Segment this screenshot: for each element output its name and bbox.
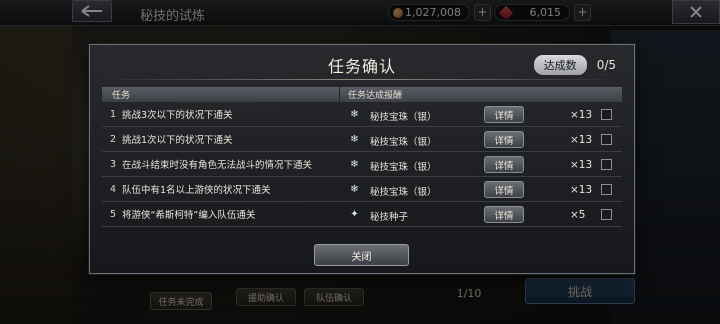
snowflake-orb-icon: ❄ [350, 159, 359, 170]
task-number: 5 [109, 208, 116, 220]
task-number: 1 [109, 108, 116, 120]
table-header: 任务 任务达成报酬 [102, 87, 622, 102]
reward-quantity: ×5 [570, 209, 586, 221]
snowflake-orb-icon: ❄ [350, 184, 359, 195]
task-description: 挑战1次以下的状况下通关 [122, 135, 233, 146]
completion-checkbox [601, 209, 612, 220]
achievement-label: 达成数 [533, 55, 587, 75]
task-confirm-dialog: 任务确认 达成数 0/5 任务 任务达成报酬 1 挑战3次以下的状况下通关 ❄ … [89, 44, 635, 274]
completion-checkbox [601, 134, 612, 145]
table-row: 1 挑战3次以下的状况下通关 ❄ 秘技宝珠（银） 详情 ×13 [102, 102, 622, 127]
snowflake-orb-icon: ❄ [350, 134, 359, 145]
reward-name: 秘技宝珠（银） [370, 137, 437, 148]
task-description: 在战斗结束时没有角色无法战斗的情况下通关 [122, 160, 313, 171]
reward-name: 秘技宝珠（银） [370, 162, 437, 173]
detail-button[interactable]: 详情 [484, 156, 524, 173]
task-description: 将游侠“希斯柯特”编入队伍通关 [122, 210, 256, 221]
task-number: 3 [109, 158, 116, 170]
reward-quantity: ×13 [570, 134, 593, 146]
achievement-count: 0/5 [596, 58, 616, 72]
task-description: 队伍中有1名以上游侠的状况下通关 [122, 185, 271, 196]
task-description: 挑战3次以下的状况下通关 [122, 110, 233, 121]
star-seed-icon: ✦ [350, 209, 359, 220]
detail-button[interactable]: 详情 [484, 106, 524, 123]
reward-quantity: ×13 [570, 109, 593, 121]
column-header-reward: 任务达成报酬 [348, 91, 403, 101]
table-row: 3 在战斗结束时没有角色无法战斗的情况下通关 ❄ 秘技宝珠（银） 详情 ×13 [102, 152, 622, 177]
column-header-task: 任务 [102, 87, 340, 102]
completion-checkbox [601, 184, 612, 195]
task-number: 2 [109, 133, 116, 145]
task-table: 任务 任务达成报酬 1 挑战3次以下的状况下通关 ❄ 秘技宝珠（银） 详情 ×1… [102, 87, 622, 227]
detail-button[interactable]: 详情 [484, 131, 524, 148]
reward-name: 秘技宝珠（银） [370, 112, 437, 123]
detail-button[interactable]: 详情 [484, 181, 524, 198]
title-divider [102, 79, 622, 80]
table-row: 2 挑战1次以下的状况下通关 ❄ 秘技宝珠（银） 详情 ×13 [102, 127, 622, 152]
completion-checkbox [601, 109, 612, 120]
detail-button[interactable]: 详情 [484, 206, 524, 223]
achievement-indicator: 达成数 0/5 [533, 55, 616, 75]
reward-quantity: ×13 [570, 159, 593, 171]
close-dialog-button[interactable]: 关闭 [314, 244, 409, 266]
completion-checkbox [601, 159, 612, 170]
task-number: 4 [109, 183, 116, 195]
snowflake-orb-icon: ❄ [350, 109, 359, 120]
table-row: 4 队伍中有1名以上游侠的状况下通关 ❄ 秘技宝珠（银） 详情 ×13 [102, 177, 622, 202]
table-row: 5 将游侠“希斯柯特”编入队伍通关 ✦ 秘技种子 详情 ×5 [102, 202, 622, 227]
reward-name: 秘技种子 [370, 212, 409, 223]
reward-quantity: ×13 [570, 184, 593, 196]
reward-name: 秘技宝珠（银） [370, 187, 437, 198]
